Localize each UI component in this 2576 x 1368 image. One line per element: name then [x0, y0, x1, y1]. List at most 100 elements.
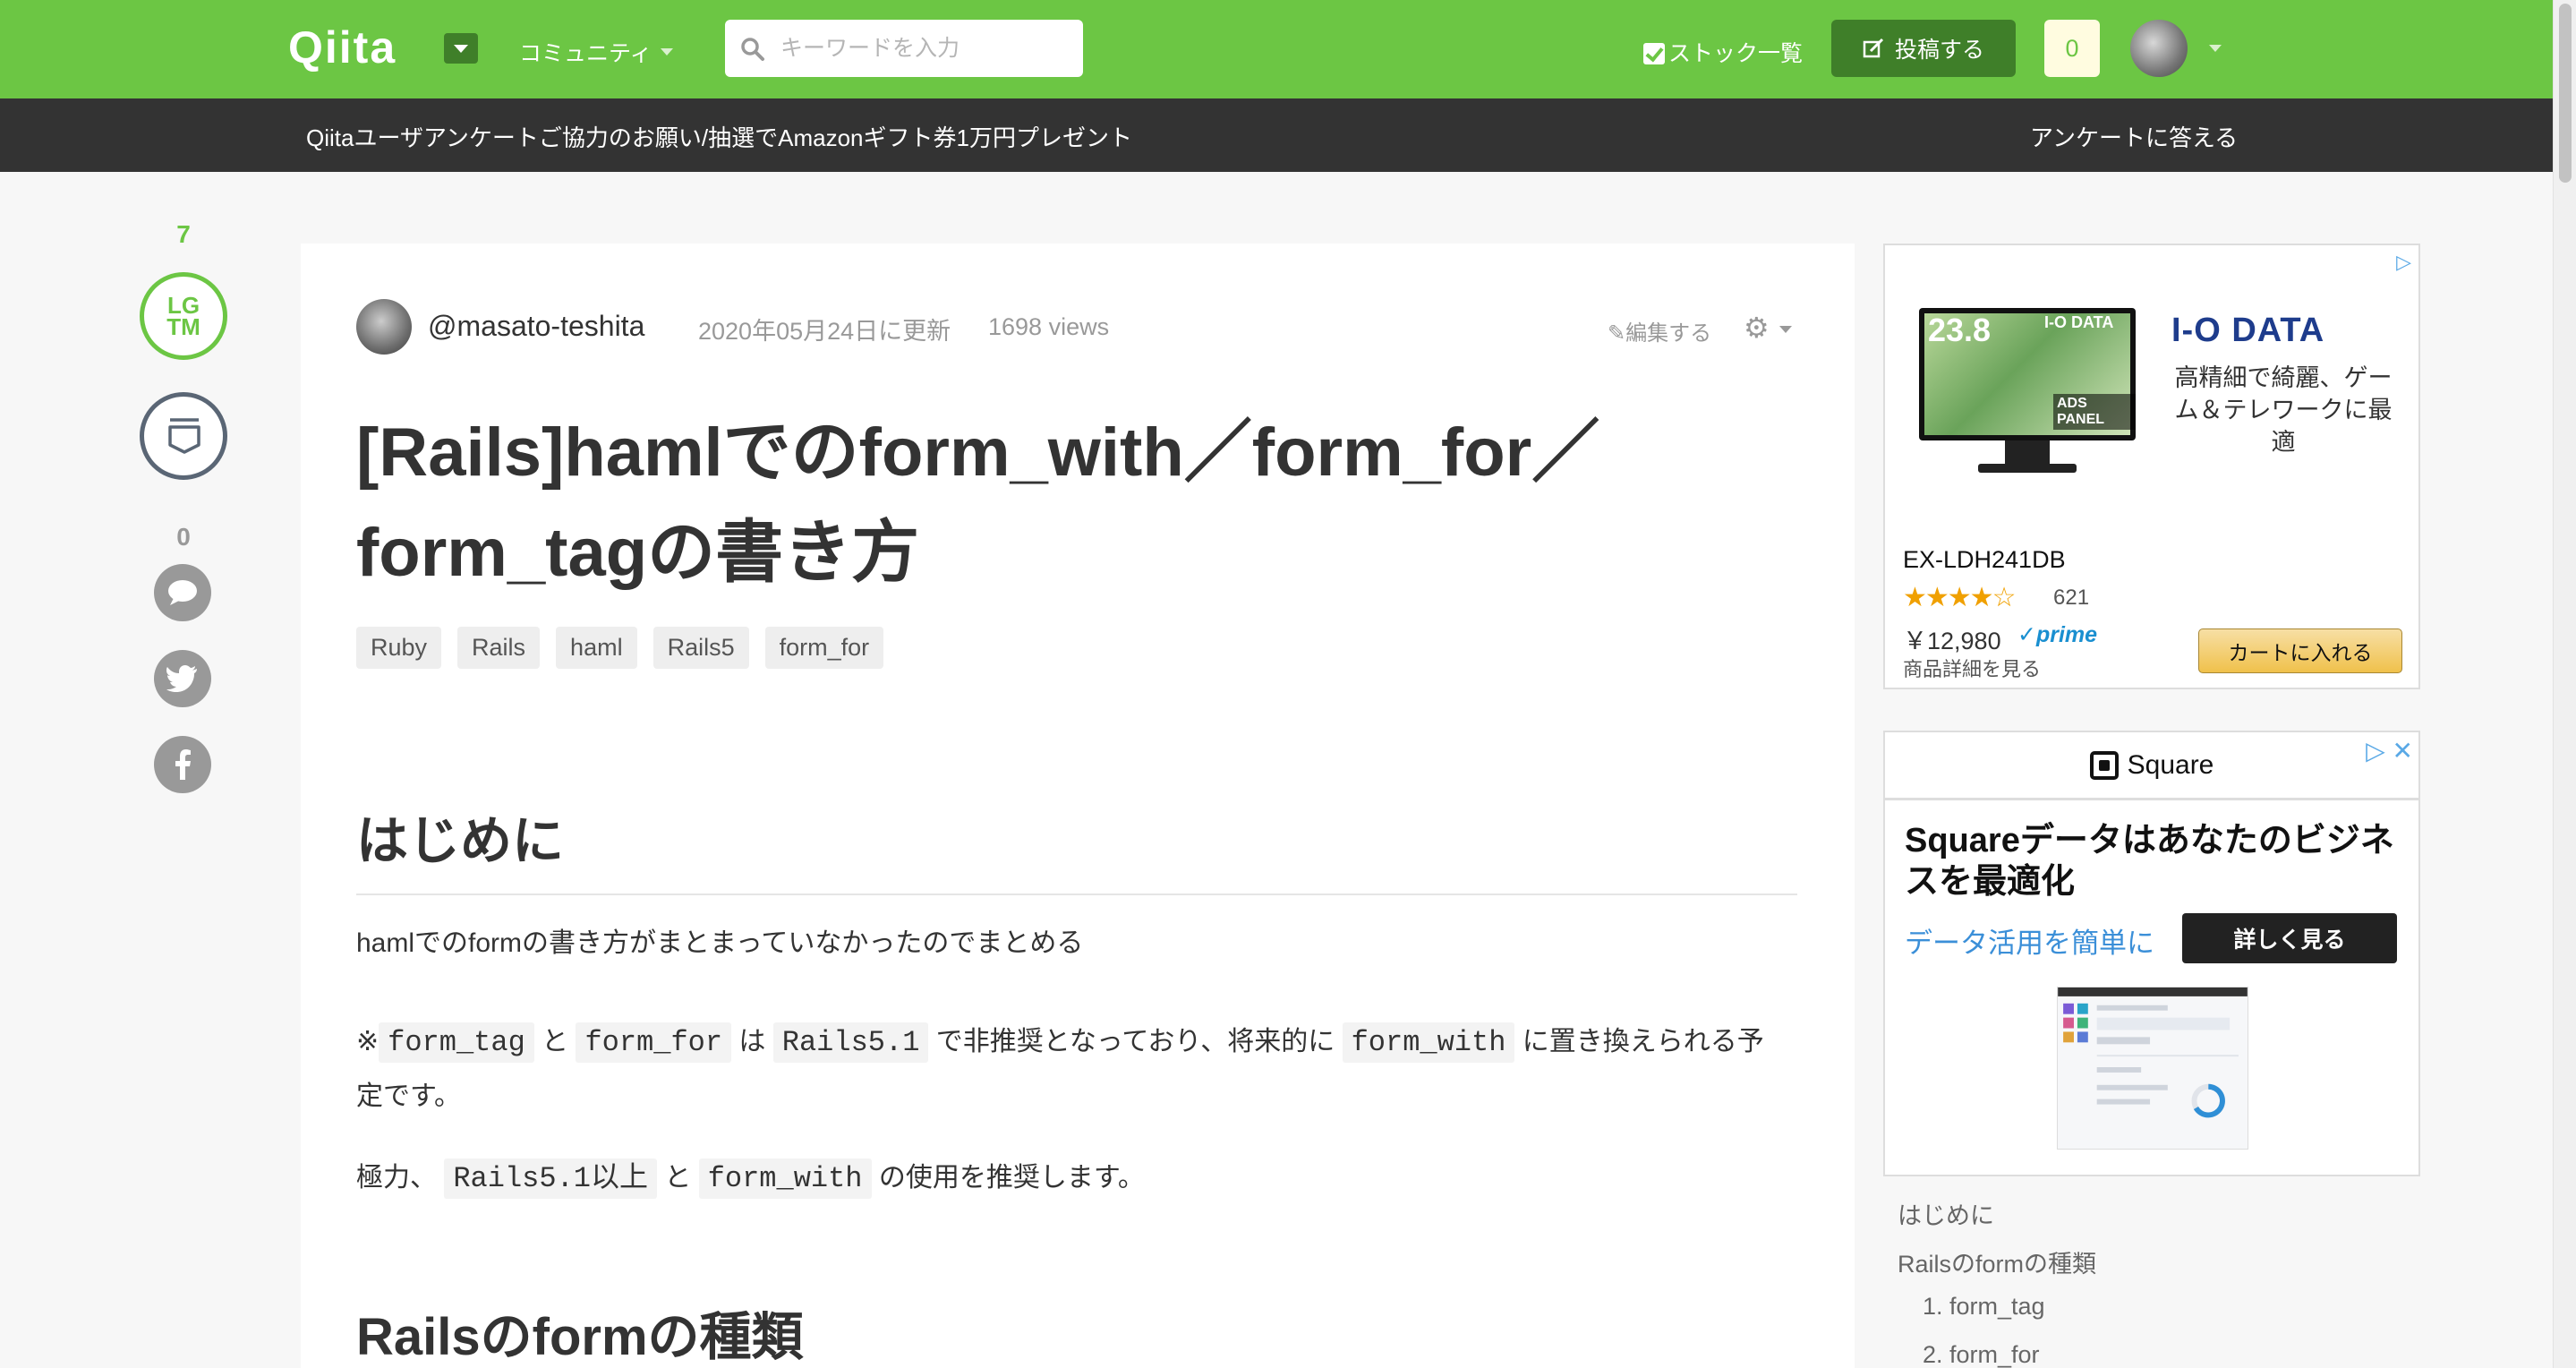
- tag-rails5[interactable]: Rails5: [653, 627, 749, 669]
- ad-close-icon[interactable]: ▷ ✕: [2366, 736, 2413, 765]
- monitor-stand: [2005, 440, 2050, 464]
- stock-button[interactable]: [140, 392, 227, 480]
- lgtm-button[interactable]: LG TM: [140, 272, 227, 360]
- note-mark: ※: [356, 1027, 380, 1056]
- inline-code: form_tag: [379, 1022, 534, 1063]
- product-price: ￥12,980: [1903, 628, 2001, 654]
- notification-count[interactable]: 0: [2044, 20, 2100, 77]
- text-run: に置き換えられる予: [1522, 1027, 1764, 1056]
- qiita-logo[interactable]: Qiita: [288, 21, 397, 73]
- monitor-size-label: 23.8: [1928, 312, 1992, 348]
- updated-date: 2020年05月24日に更新: [698, 318, 951, 345]
- article-panel: @masato-teshita 2020年05月24日に更新 1698 view…: [301, 244, 1855, 1368]
- text-run: と: [542, 1027, 569, 1056]
- lgtm-label-bottom: TM: [166, 313, 200, 340]
- comment-count: 0: [176, 523, 191, 551]
- ad-copy: 高精細で綺麗、ゲーム＆テレワークに最適: [2174, 364, 2393, 456]
- square-ad-title: Squareデータはあなたのビジネスを最適化: [1905, 822, 2394, 901]
- top-navbar: Qiita コミュニティ ストック一覧 投稿する 0: [0, 0, 2553, 98]
- heading-form-types: Railsのformの種類: [356, 1308, 804, 1366]
- monitor-base: [1978, 464, 2077, 473]
- iodata-logo: I-O DATA: [2171, 312, 2325, 349]
- tag-ruby[interactable]: Ruby: [356, 627, 442, 669]
- survey-link[interactable]: アンケートに答える: [2030, 120, 2238, 153]
- community-menu[interactable]: コミュニティ: [519, 36, 653, 68]
- add-to-cart-button[interactable]: カートに入れる: [2198, 628, 2402, 673]
- search-box[interactable]: [725, 20, 1083, 77]
- inline-code: form_with: [1342, 1022, 1515, 1063]
- edit-link-label: 編集する: [1625, 321, 1712, 346]
- post-button-label: 投稿する: [1894, 38, 1984, 63]
- square-ad-subtitle: データ活用を簡単に: [1905, 928, 2154, 959]
- recommendation-paragraph: 極力、 Rails5.1以上 と form_with の使用を推奨します。: [356, 1151, 1806, 1206]
- twitter-share-button[interactable]: [154, 650, 211, 707]
- chevron-down-icon[interactable]: [661, 48, 673, 56]
- inline-code: form_for: [576, 1022, 732, 1063]
- post-button[interactable]: 投稿する: [1831, 20, 2016, 77]
- product-detail-link[interactable]: 商品詳細を見る: [1903, 654, 2041, 682]
- learn-more-button[interactable]: 詳しく見る: [2182, 913, 2397, 963]
- scrollbar-thumb[interactable]: [2559, 4, 2572, 183]
- heading-intro: はじめに: [356, 799, 1797, 895]
- logo-menu-toggle[interactable]: [444, 33, 478, 64]
- checkbox-icon: [1643, 43, 1665, 64]
- text-run: で非推奨となっており、将来的に: [935, 1027, 1335, 1056]
- stock-list-link[interactable]: ストック一覧: [1643, 36, 1803, 68]
- star-rating-icon: ★★★★☆: [1903, 583, 2016, 612]
- ad-square[interactable]: Square ▷ ✕ Squareデータはあなたのビジネスを最適化 データ活用を…: [1883, 731, 2420, 1176]
- product-model[interactable]: EX-LDH241DB: [1903, 546, 2066, 574]
- inline-code: Rails5.1以上: [444, 1159, 657, 1199]
- announcement-bar: Qiitaユーザアンケートご協力のお願い/抽選でAmazonギフト券1万円プレゼ…: [0, 98, 2553, 172]
- article-title: [Rails]hamlでのform_with／form_for／ form_ta…: [356, 403, 1824, 603]
- toc-item[interactable]: Railsのformの種類: [1898, 1244, 2096, 1293]
- tag-list: Ruby Rails haml Rails5 form_for: [356, 627, 884, 669]
- search-input[interactable]: [780, 30, 1067, 66]
- toc-item[interactable]: 2. form_for: [1898, 1341, 2096, 1368]
- gear-icon[interactable]: ⚙: [1744, 313, 1770, 342]
- facebook-share-button[interactable]: [154, 736, 211, 793]
- dashboard-screenshot-image: [2057, 987, 2248, 1150]
- prime-badge: ✓prime: [2017, 622, 2098, 647]
- facebook-icon: [175, 749, 191, 780]
- announcement-text[interactable]: Qiitaユーザアンケートご協力のお願い/抽選でAmazonギフト券1万円プレゼ…: [306, 120, 1132, 153]
- edit-icon: [1863, 38, 1884, 58]
- text-run: の使用を推奨します。: [878, 1163, 1145, 1193]
- lgtm-count: 7: [176, 220, 191, 248]
- author-name[interactable]: @masato-teshita: [428, 310, 644, 343]
- inline-code: Rails5.1: [772, 1022, 929, 1063]
- intro-paragraph: hamlでのformの書き方がまとまっていなかったのでまとめる: [356, 928, 1084, 958]
- square-ad-header: Square: [1885, 732, 2418, 800]
- rating-count: 621: [2053, 586, 2090, 610]
- tag-form-for[interactable]: form_for: [764, 627, 884, 669]
- edit-link[interactable]: ✎編集する: [1608, 315, 1711, 346]
- ad-iodata[interactable]: ▷ 23.8 I-O DATA ADS PANEL I-O DATA 高精細で綺…: [1883, 244, 2420, 689]
- title-line-2: form_tagの書き方: [356, 515, 920, 591]
- monitor-brand-label: I-O DATA: [2044, 313, 2114, 331]
- text-run: 定です。: [356, 1082, 461, 1111]
- view-count: 1698 views: [988, 313, 1110, 340]
- ad-choices-icon[interactable]: ▷: [2396, 251, 2411, 274]
- text-run: と: [664, 1163, 692, 1193]
- pencil-icon: ✎: [1608, 321, 1626, 346]
- toc-item[interactable]: 1. form_tag: [1898, 1293, 2096, 1341]
- stock-folder-icon: [168, 418, 200, 454]
- square-brand: Square: [2127, 749, 2214, 780]
- deprecation-paragraph: ※ form_tag と form_for は Rails5.1 で非推奨となって…: [356, 1015, 1806, 1124]
- page-scrollbar[interactable]: [2553, 0, 2576, 1368]
- user-avatar[interactable]: [2130, 20, 2188, 77]
- comment-button[interactable]: [154, 564, 211, 621]
- author-avatar[interactable]: [356, 299, 412, 355]
- chevron-down-icon[interactable]: [2209, 45, 2222, 52]
- tag-rails[interactable]: Rails: [457, 627, 541, 669]
- tag-haml[interactable]: haml: [556, 627, 637, 669]
- monitor-product-image[interactable]: 23.8 I-O DATA ADS PANEL: [1919, 308, 2136, 440]
- table-of-contents: はじめに Railsのformの種類 1. form_tag 2. form_f…: [1898, 1196, 2096, 1368]
- twitter-icon: [166, 665, 197, 692]
- text-run: 極力、: [356, 1163, 437, 1193]
- title-line-1: [Rails]hamlでのform_with／form_for／: [356, 415, 1600, 491]
- chevron-down-icon[interactable]: [1779, 326, 1792, 333]
- monitor-panel-badge: ADS PANEL: [2053, 394, 2136, 430]
- inline-code: form_with: [698, 1159, 872, 1199]
- search-icon: [741, 38, 764, 61]
- toc-item[interactable]: はじめに: [1898, 1196, 2096, 1244]
